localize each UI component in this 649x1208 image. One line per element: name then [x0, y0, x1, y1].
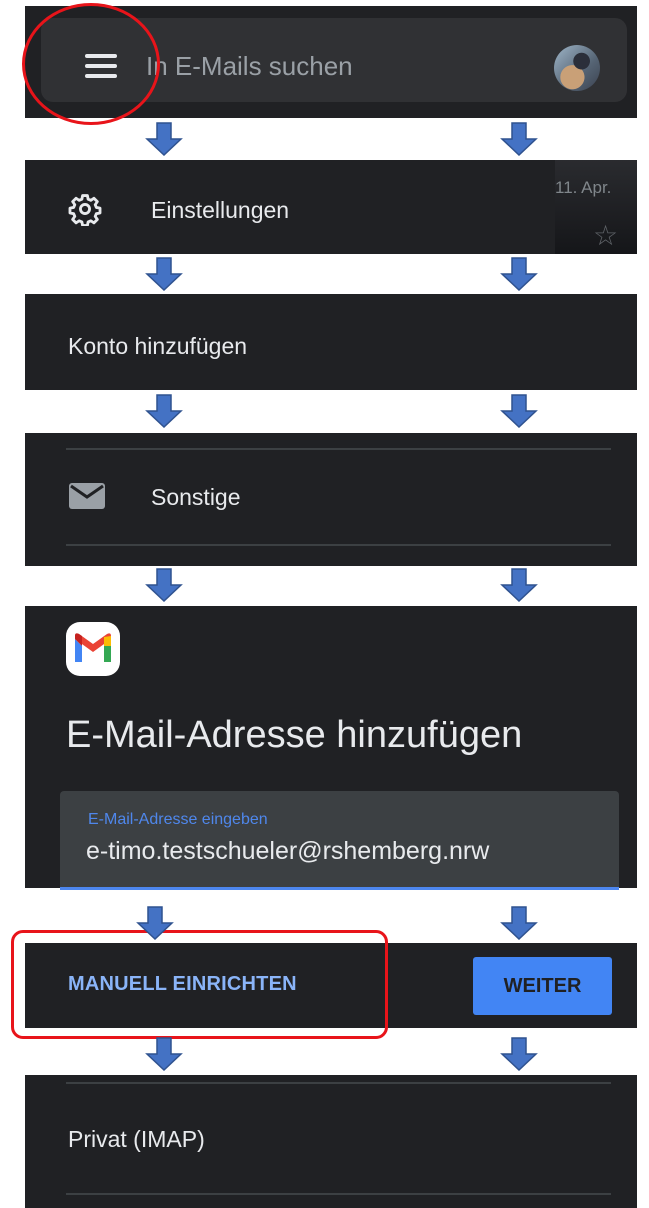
settings-label: Einstellungen: [151, 197, 290, 223]
divider: [66, 1082, 611, 1084]
arrow-down-icon: [136, 906, 174, 940]
arrow-down-icon: [145, 394, 183, 428]
divider: [66, 544, 611, 546]
add-account-item[interactable]: Konto hinzufügen: [25, 294, 637, 390]
divider: [66, 1193, 611, 1195]
arrow-down-icon: [145, 257, 183, 291]
avatar[interactable]: [554, 45, 600, 91]
email-field-value[interactable]: e-timo.testschueler@rshemberg.nrw: [86, 837, 489, 866]
divider: [66, 448, 611, 450]
gear-icon: [68, 194, 102, 226]
arrow-down-icon: [500, 394, 538, 428]
background-mail-peek: 11. Apr. ☆: [555, 160, 637, 254]
arrow-down-icon: [145, 1037, 183, 1071]
arrow-down-icon: [145, 568, 183, 602]
highlight-circle-menu: [22, 3, 160, 125]
page-title: E-Mail-Adresse hinzufügen: [66, 714, 523, 756]
next-button[interactable]: WEITER: [473, 957, 612, 1015]
arrow-down-icon: [500, 906, 538, 940]
email-form-panel: E-Mail-Adresse hinzufügen E-Mail-Adresse…: [25, 606, 637, 890]
settings-item[interactable]: Einstellungen: [25, 160, 555, 254]
star-icon: ☆: [593, 220, 619, 251]
add-account-label: Konto hinzufügen: [68, 333, 248, 359]
account-type-item[interactable]: Privat (IMAP): [25, 1075, 637, 1208]
email-field[interactable]: E-Mail-Adresse eingeben e-timo.testschue…: [60, 791, 619, 890]
other-label: Sonstige: [151, 484, 241, 510]
mail-date: 11. Apr.: [555, 178, 612, 197]
other-account-item[interactable]: Sonstige: [25, 433, 637, 566]
arrow-down-icon: [500, 1037, 538, 1071]
arrow-down-icon: [500, 257, 538, 291]
arrow-down-icon: [500, 568, 538, 602]
arrow-down-icon: [500, 122, 538, 156]
arrow-down-icon: [145, 122, 183, 156]
highlight-rect-manual: [11, 930, 388, 1039]
account-type-label: Privat (IMAP): [68, 1126, 205, 1152]
mail-icon: [69, 483, 105, 509]
search-placeholder[interactable]: In E-Mails suchen: [146, 51, 353, 82]
email-field-label: E-Mail-Adresse eingeben: [88, 811, 268, 828]
gmail-logo: [66, 622, 120, 676]
